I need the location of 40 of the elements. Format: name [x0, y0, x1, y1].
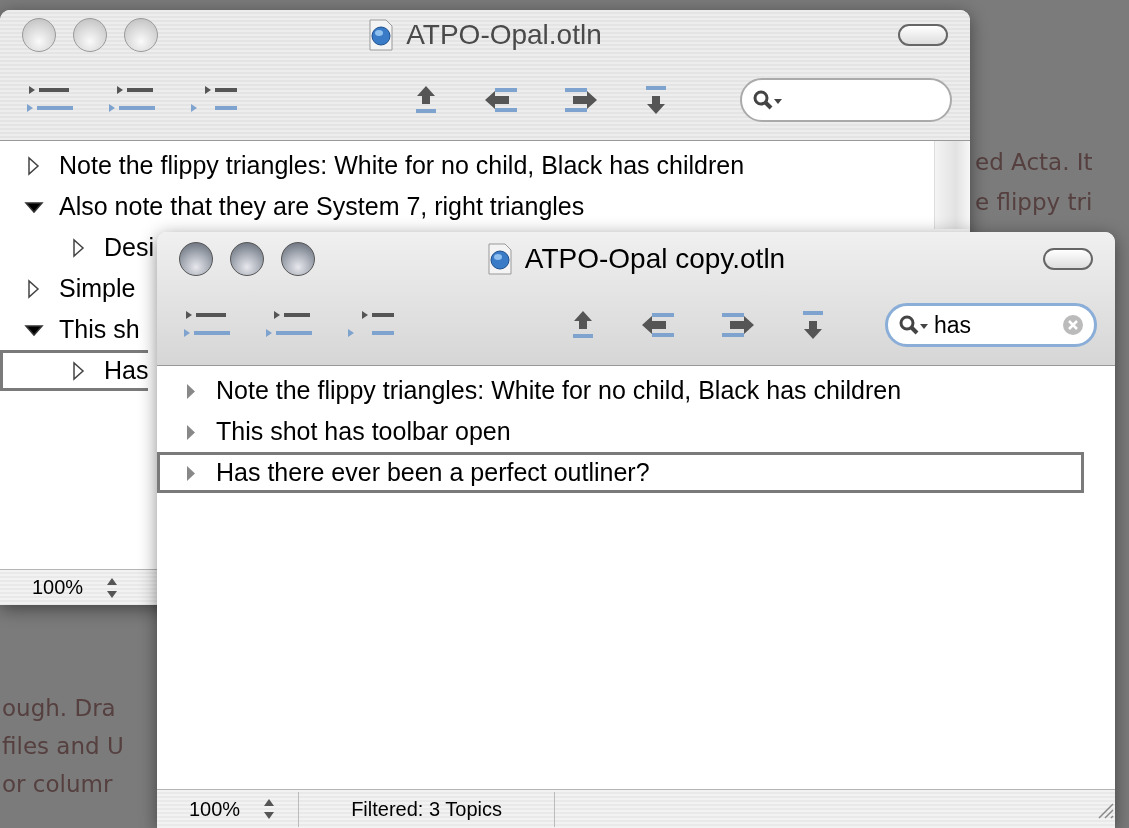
outline-row[interactable]: Desi: [0, 227, 154, 268]
outline-item-text: Note the flippy triangles: White for no child, Black has children: [216, 376, 902, 405]
outline-item-text: Desi: [104, 233, 154, 262]
globe-document-icon: [486, 242, 513, 275]
outline-item-text: Also note that they are System 7, right triangles: [59, 192, 585, 221]
window-title: ATPO-Opal.otln: [406, 19, 602, 51]
zoom-level[interactable]: 100%: [32, 576, 84, 599]
outline-item-text: This shot has toolbar open: [216, 417, 511, 446]
filter-status: Filtered: 3 Topics: [298, 791, 555, 827]
outline-item-text: Simple: [59, 274, 136, 303]
search-field[interactable]: has: [885, 303, 1097, 347]
background-text: ed Acta. It: [975, 148, 1093, 177]
background-text: or columr: [2, 770, 114, 799]
outline-row[interactable]: Has there ever been a perfect outliner?: [157, 452, 1084, 493]
outline-row[interactable]: Has: [0, 350, 149, 391]
search-field[interactable]: [740, 78, 952, 122]
outline-row[interactable]: Note the flippy triangles: White for no child, Black has children: [157, 370, 1084, 411]
outline-item-text: Note the flippy triangles: White for no child, Black has children: [59, 151, 745, 180]
background-text: e flippy tri: [975, 188, 1093, 217]
stepper-icon[interactable]: [262, 797, 277, 821]
close-button[interactable]: [179, 241, 213, 276]
toolbar-toggle-button[interactable]: [1043, 247, 1093, 270]
outline-row[interactable]: This sh: [0, 309, 140, 350]
window-title: ATPO-Opal copy.otln: [524, 242, 786, 275]
outline-row[interactable]: This shot has toolbar open: [157, 411, 1084, 452]
outline-item-text: Has: [104, 356, 149, 385]
zoom-button[interactable]: [281, 241, 315, 276]
globe-document-icon: [368, 19, 395, 51]
zoom-level[interactable]: 100%: [189, 797, 241, 821]
toolbar-toggle-button[interactable]: [898, 24, 948, 46]
background-text: ough. Dra: [2, 694, 117, 723]
search-icon: [752, 89, 784, 111]
search-icon: [898, 314, 930, 336]
outline-row[interactable]: Also note that they are System 7, right triangles: [0, 186, 585, 227]
background-text: files and U: [2, 732, 124, 761]
minimize-button[interactable]: [230, 241, 264, 276]
outline-item-text: This sh: [59, 315, 140, 344]
outline-item-text: Has there ever been a perfect outliner?: [216, 458, 650, 487]
outline-row[interactable]: Simple: [0, 268, 136, 309]
outline-row[interactable]: Note the flippy triangles: White for no child, Black has children: [0, 145, 745, 186]
